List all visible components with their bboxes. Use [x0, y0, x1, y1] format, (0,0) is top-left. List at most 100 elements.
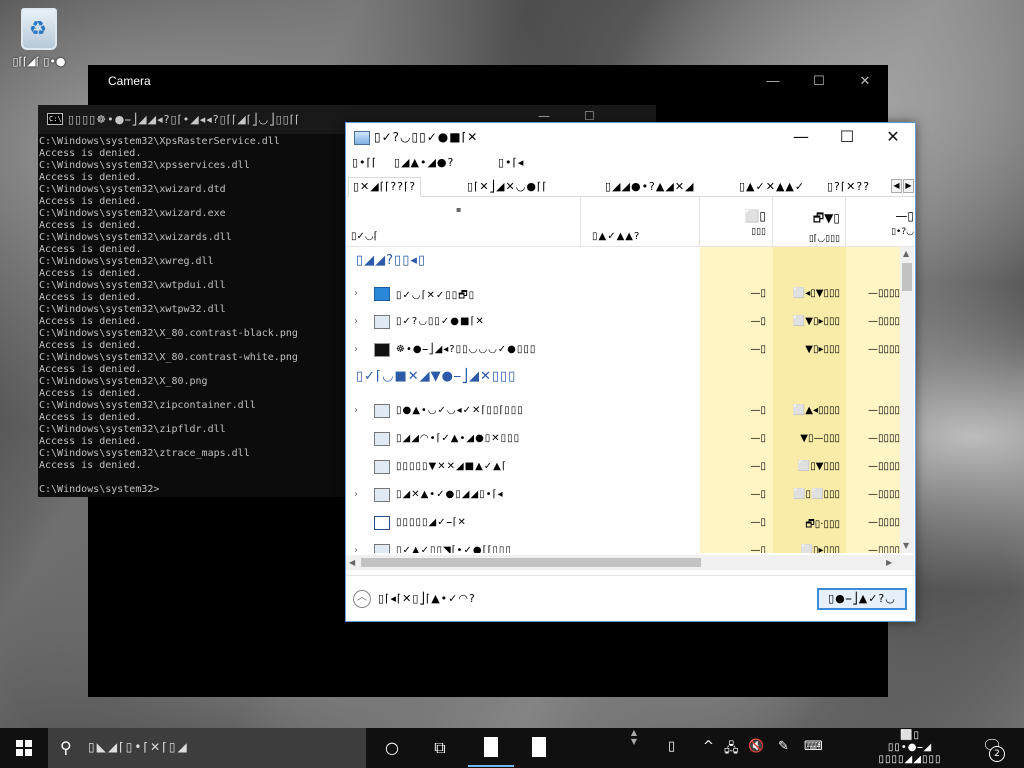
- camera-close-button[interactable]: ✕: [842, 65, 888, 97]
- cortana-icon[interactable]: ○: [368, 728, 416, 768]
- table-row[interactable]: › ▯◢✕▲•✓●▯◢◢▯•⌈◂ —▯ ⬜▯⬜▯▯▯ —▯▯▯▯: [346, 482, 900, 510]
- tab-processes[interactable]: ▯✕◢⌈⌈??⌈?: [348, 177, 422, 197]
- disk-percent: —▯: [895, 209, 914, 223]
- chevron-up-icon[interactable]: ^: [703, 739, 714, 754]
- column-memory[interactable]: 🗗▼▯ ▯⌈◡▯▯▯: [768, 197, 840, 244]
- table-row[interactable]: › ▯✓◡⌈✕✓▯▯🗗▯ —▯ ⬜◂▯▼▯▯▯ —▯▯▯▯: [346, 281, 900, 309]
- process-table: ▲ ▼ ▯◢◢?▯▯◂▯ › ▯✓◡⌈✕✓▯▯🗗▯ —▯ ⬜◂▯▼▯▯▯ —▯▯▯▯ › ▯✓…: [346, 247, 915, 553]
- scroll-down-icon[interactable]: ▼: [903, 541, 909, 550]
- table-row[interactable]: ▯◢◢◠•⌈✓▲•◢●▯✕▯▯▯ —▯ ▼▯—▯▯▯ —▯▯▯▯: [346, 426, 900, 454]
- vertical-scrollbar[interactable]: ▲ ▼: [900, 247, 914, 553]
- task-manager-footer: ︿ ▯⌈◂⌈✕▯⎦⌈▲•✓◠? ▯●⎯⎦▲✓?◡: [346, 575, 915, 621]
- chevron-up-icon[interactable]: ︿: [353, 590, 371, 608]
- taskbar-search-box[interactable]: ⚲ ▯◣◢⌈▯•⌈✕⌈▯◢: [48, 728, 366, 768]
- tab-scroll-right-icon[interactable]: ▶: [903, 179, 914, 193]
- maximize-button[interactable]: ☐: [824, 123, 870, 153]
- column-status[interactable]: ▯▲✓▲▲?: [592, 231, 640, 242]
- table-row[interactable]: ▯▯▯▯▯◢✓⎯⌈✕ —▯ 🗗▯·▯▯▯ —▯▯▯▯: [346, 510, 900, 538]
- pen-icon[interactable]: ✎: [778, 739, 789, 754]
- tray-app-icon[interactable]: ▯: [668, 739, 675, 754]
- process-icon: [374, 315, 390, 329]
- taskbar-document-icon[interactable]: [532, 737, 546, 757]
- table-row[interactable]: › ▯●▲•◡✓◡◂✓✕⌈▯▯⌈▯▯▯ —▯ ⬜▲◂▯▯▯▯ —▯▯▯▯: [346, 398, 900, 426]
- memory-value: ▼▯▸▯▯▯: [805, 344, 840, 355]
- camera-maximize-button[interactable]: ☐: [796, 65, 842, 97]
- console-maximize-button[interactable]: ☐: [584, 109, 595, 123]
- menu-file[interactable]: ▯•⌈⌈: [352, 156, 377, 169]
- network-icon[interactable]: 🖧: [724, 739, 739, 761]
- tab-users[interactable]: ▯?⌈✕??: [822, 177, 875, 197]
- column-divider[interactable]: [580, 197, 581, 247]
- column-header: ▪ ▯✓◡⌈ ▯▲✓▲▲? ⬜▯ ▯▯▯ 🗗▼▯ ▯⌈◡▯▯▯ —▯ ▯•?◡: [346, 197, 915, 247]
- disk-value: —▯▯▯▯: [867, 545, 900, 553]
- memory-value: ⬜▯▼▯▯▯: [797, 461, 840, 472]
- horizontal-scroll-thumb[interactable]: [361, 558, 701, 567]
- memory-value: ⬜▼▯▸▯▯▯: [792, 316, 840, 327]
- task-manager-title: ▯✓?◡▯▯✓●■⌈✕: [374, 130, 479, 144]
- task-manager-titlebar[interactable]: ▯✓?◡▯▯✓●■⌈✕ — ☐ ✕: [346, 123, 915, 153]
- keyboard-icon[interactable]: ⌨: [804, 739, 823, 754]
- taskbar-clock[interactable]: ⬜▯ ▯▯•●⎯◢ ▯▯▯▯◢◢▯▯▯: [855, 730, 965, 766]
- process-name: ▯✓▲✓▯▯◥⌈•✓●⌈⌈▯▯▯: [396, 545, 512, 553]
- camera-minimize-button[interactable]: —: [750, 65, 796, 97]
- memory-value: ⬜◂▯▼▯▯▯: [792, 288, 840, 299]
- column-cpu[interactable]: ⬜▯ ▯▯▯: [694, 197, 766, 237]
- column-disk[interactable]: —▯ ▯•?◡: [842, 197, 914, 237]
- table-row[interactable]: ▯▯▯▯▯▼✕✕◢■▲✓▲⌈ —▯ ⬜▯▼▯▯▯ —▯▯▯▯: [346, 454, 900, 482]
- expand-chevron-icon[interactable]: ›: [354, 405, 358, 416]
- menu-options[interactable]: ▯◢▲•◢●?: [394, 156, 454, 169]
- process-name: ▯●▲•◡✓◡◂✓✕⌈▯▯⌈▯▯▯: [396, 405, 524, 416]
- cpu-value: —▯: [750, 288, 766, 299]
- recycle-bin-shortcut[interactable]: ▯⌈⌈◢⌈ ▯•●: [8, 8, 70, 86]
- taskbar-scroll-icon[interactable]: ▲ ▼: [626, 728, 642, 768]
- taskbar: ⚲ ▯◣◢⌈▯•⌈✕⌈▯◢ ○ ⧉ ▲ ▼ ▯ ^ 🖧 🔇 ✎ ⌨ ⬜▯ ▯▯•●…: [0, 728, 1024, 768]
- camera-title: Camera: [108, 74, 151, 88]
- clock-line-1: ⬜▯: [900, 730, 920, 741]
- disk-value: —▯▯▯▯: [867, 288, 900, 299]
- console-title: ▯▯▯▯☸•●⎯⎦◢◢◂?▯⌈•◢◂◂?▯⌈⌈◢⌈⎦◡⎦▯▯⌈⌈: [68, 113, 301, 126]
- expand-chevron-icon[interactable]: ›: [354, 489, 358, 500]
- horizontal-scrollbar[interactable]: ◀ ▶: [346, 555, 914, 570]
- fewer-details-link[interactable]: ▯⌈◂⌈✕▯⎦⌈▲•✓◠?: [378, 592, 476, 605]
- table-row[interactable]: › ☸•●⎯⎦◢◂?▯▯◡◡◡✓●▯▯▯ —▯ ▼▯▸▯▯▯ —▯▯▯▯: [346, 337, 900, 365]
- taskbar-document-icon[interactable]: [468, 737, 514, 767]
- camera-titlebar[interactable]: Camera — ☐ ✕: [88, 65, 888, 97]
- process-icon: [374, 488, 390, 502]
- cpu-value: —▯: [750, 405, 766, 416]
- windows-logo-icon: [16, 740, 32, 756]
- end-task-button[interactable]: ▯●⎯⎦▲✓?◡: [817, 588, 907, 610]
- tab-startup[interactable]: ▯▲✓✕▲▲✓: [734, 177, 810, 197]
- menu-view[interactable]: ▯•⌈◂: [498, 156, 524, 169]
- group-header: ▯◢◢?▯▯◂▯: [356, 253, 427, 268]
- console-minimize-button[interactable]: —: [538, 109, 550, 123]
- expand-chevron-icon[interactable]: ›: [354, 316, 358, 327]
- close-button[interactable]: ✕: [870, 123, 916, 153]
- memory-value: ⬜▲◂▯▯▯▯: [792, 405, 840, 416]
- expand-chevron-icon[interactable]: ›: [354, 288, 358, 299]
- column-name[interactable]: ▯✓◡⌈: [351, 231, 378, 242]
- scroll-right-icon[interactable]: ▶: [886, 558, 892, 567]
- vertical-scroll-thumb[interactable]: [902, 263, 912, 291]
- tab-performance[interactable]: ▯⌈✕⎦◢✕◡●⌈⌈: [462, 177, 553, 197]
- process-icon: [374, 404, 390, 418]
- volume-muted-icon[interactable]: 🔇: [748, 739, 764, 754]
- tab-scroll-left-icon[interactable]: ◀: [891, 179, 902, 193]
- scroll-left-icon[interactable]: ◀: [349, 558, 355, 567]
- table-row[interactable]: › ▯✓?◡▯▯✓●■⌈✕ —▯ ⬜▼▯▸▯▯▯ —▯▯▯▯: [346, 309, 900, 337]
- search-placeholder: ▯◣◢⌈▯•⌈✕⌈▯◢: [88, 740, 189, 754]
- expand-chevron-icon[interactable]: ›: [354, 545, 358, 553]
- expand-chevron-icon[interactable]: ›: [354, 344, 358, 355]
- start-button[interactable]: [0, 728, 48, 768]
- tab-app-history[interactable]: ▯◢◢●•?▲◢✕◢: [600, 177, 700, 197]
- minimize-button[interactable]: —: [778, 123, 824, 153]
- scroll-up-icon[interactable]: ▲: [903, 249, 909, 258]
- tab-strip: ▯✕◢⌈⌈??⌈? ▯⌈✕⎦◢✕◡●⌈⌈ ▯◢◢●•?▲◢✕◢ ▯▲✓✕▲▲✓ …: [346, 175, 915, 197]
- table-row[interactable]: › ▯✓▲✓▯▯◥⌈•✓●⌈⌈▯▯▯ —▯ ⬜▯▸▯▯▯ —▯▯▯▯: [346, 538, 900, 553]
- task-view-icon[interactable]: ⧉: [416, 728, 464, 768]
- disk-value: —▯▯▯▯: [867, 517, 900, 528]
- clock-line-3: ▯▯▯▯◢◢▯▯▯: [878, 754, 942, 765]
- cpu-value: —▯: [750, 433, 766, 444]
- process-icon: [374, 343, 390, 357]
- process-name: ▯▯▯▯▯◢✓⎯⌈✕: [396, 517, 467, 528]
- menu-bar: ▯•⌈⌈ ▯◢▲•◢●? ▯•⌈◂: [346, 153, 915, 175]
